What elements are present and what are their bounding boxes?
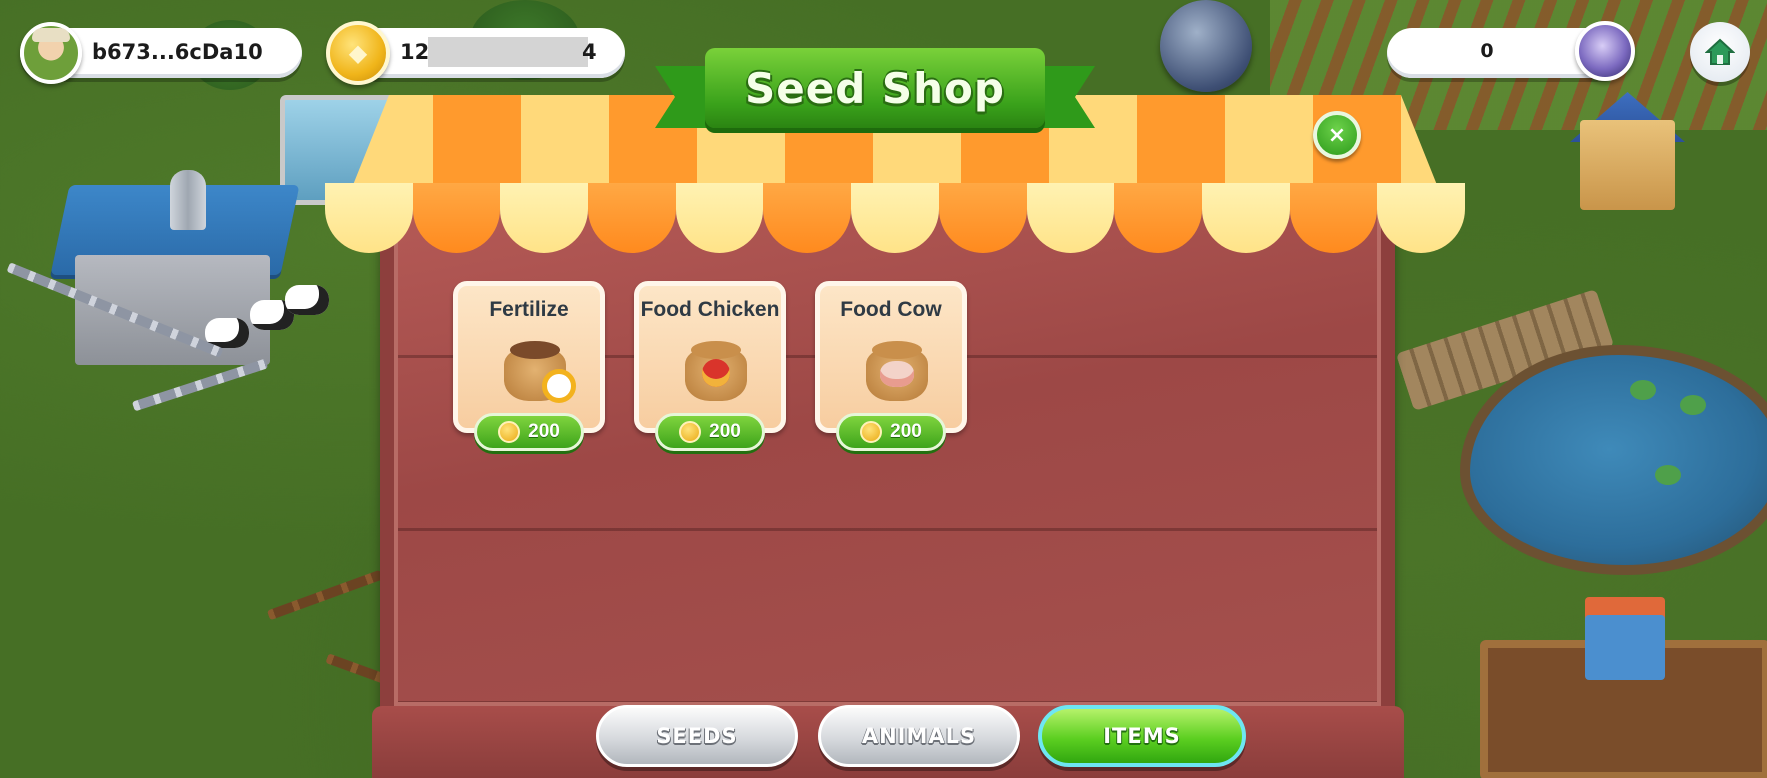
wooden-fence	[266, 569, 384, 621]
soil-top	[510, 341, 560, 359]
tab-animals[interactable]: ANIMALS	[818, 705, 1020, 767]
awning-scallop	[1289, 183, 1378, 253]
chicken-food-sack-icon	[685, 341, 747, 401]
awning-scallop	[412, 183, 501, 253]
buy-button[interactable]: 200	[836, 413, 946, 451]
farmer-avatar[interactable]	[20, 22, 82, 84]
item-price: 200	[528, 421, 560, 442]
item-price: 200	[890, 421, 922, 442]
item-price: 200	[709, 421, 741, 442]
lily-pad	[1630, 380, 1656, 400]
awning-scallop	[325, 183, 413, 253]
cow-food-sack-icon	[866, 341, 928, 401]
shop-panel	[380, 185, 1395, 720]
gem-balance: 0	[1387, 21, 1635, 81]
tab-seeds[interactable]: SEEDS	[596, 705, 798, 767]
awning-scallop	[851, 183, 939, 253]
player-info[interactable]: b673...6cDa10	[20, 22, 302, 84]
sack-tie	[872, 341, 922, 359]
coin-balance-redaction	[428, 37, 588, 67]
buy-button[interactable]: 200	[474, 413, 584, 451]
banner-plate: Seed Shop	[705, 48, 1045, 128]
shop-title: Seed Shop	[745, 63, 1005, 113]
lily-pad	[1680, 395, 1706, 415]
lily-pad	[1655, 465, 1681, 485]
awning-scallop	[763, 183, 852, 253]
gem-count: 0	[1480, 40, 1494, 62]
fence	[131, 358, 269, 412]
close-icon: ×	[1327, 122, 1347, 148]
awning-scallop	[1026, 183, 1115, 253]
coin-icon	[498, 421, 521, 443]
close-button[interactable]: ×	[1313, 111, 1361, 159]
timer-icon	[542, 369, 576, 403]
awning-scallop	[675, 183, 764, 253]
cow	[285, 285, 329, 315]
coin-balance-prefix: 12	[400, 40, 430, 64]
shop-item-card[interactable]: Food Chicken 200	[634, 281, 786, 451]
chicken-coop-house	[1585, 615, 1665, 680]
item-name: Food Cow	[840, 298, 942, 321]
awning-scallop	[588, 183, 676, 253]
farmhouse	[1580, 120, 1675, 210]
player-wallet-address: b673...6cDa10	[92, 40, 263, 64]
fertilizer-sack-icon	[504, 341, 576, 403]
coin-balance: ◆ 12 4	[326, 21, 625, 85]
awning-scallops	[325, 183, 1465, 253]
buy-button[interactable]: 200	[655, 413, 765, 451]
home-icon	[1705, 38, 1735, 65]
home-button[interactable]	[1690, 22, 1750, 82]
gem-icon	[1575, 21, 1635, 81]
lottery-machine[interactable]	[1160, 0, 1252, 92]
chicken-face-icon	[702, 359, 730, 387]
coin-icon	[679, 421, 702, 443]
shop-item-card[interactable]: Fertilize 200	[453, 281, 605, 451]
shop-item-card[interactable]: Food Cow 200	[815, 281, 967, 451]
cow-face-icon	[880, 361, 914, 387]
shop-title-banner: Seed Shop	[655, 48, 1095, 138]
awning-scallop	[500, 183, 589, 253]
awning-scallop	[1377, 183, 1465, 253]
coin-icon	[860, 421, 883, 443]
awning-scallop	[1201, 183, 1290, 253]
gold-coin-icon: ◆	[326, 21, 390, 85]
coin-balance-suffix: 4	[582, 40, 597, 64]
item-name: Food Chicken	[640, 298, 780, 321]
tab-items[interactable]: ITEMS	[1038, 705, 1246, 767]
silo	[170, 170, 206, 230]
item-name: Fertilize	[489, 298, 569, 321]
awning-scallop	[938, 183, 1027, 253]
sack-tie	[691, 341, 741, 359]
awning-scallop	[1114, 183, 1202, 253]
